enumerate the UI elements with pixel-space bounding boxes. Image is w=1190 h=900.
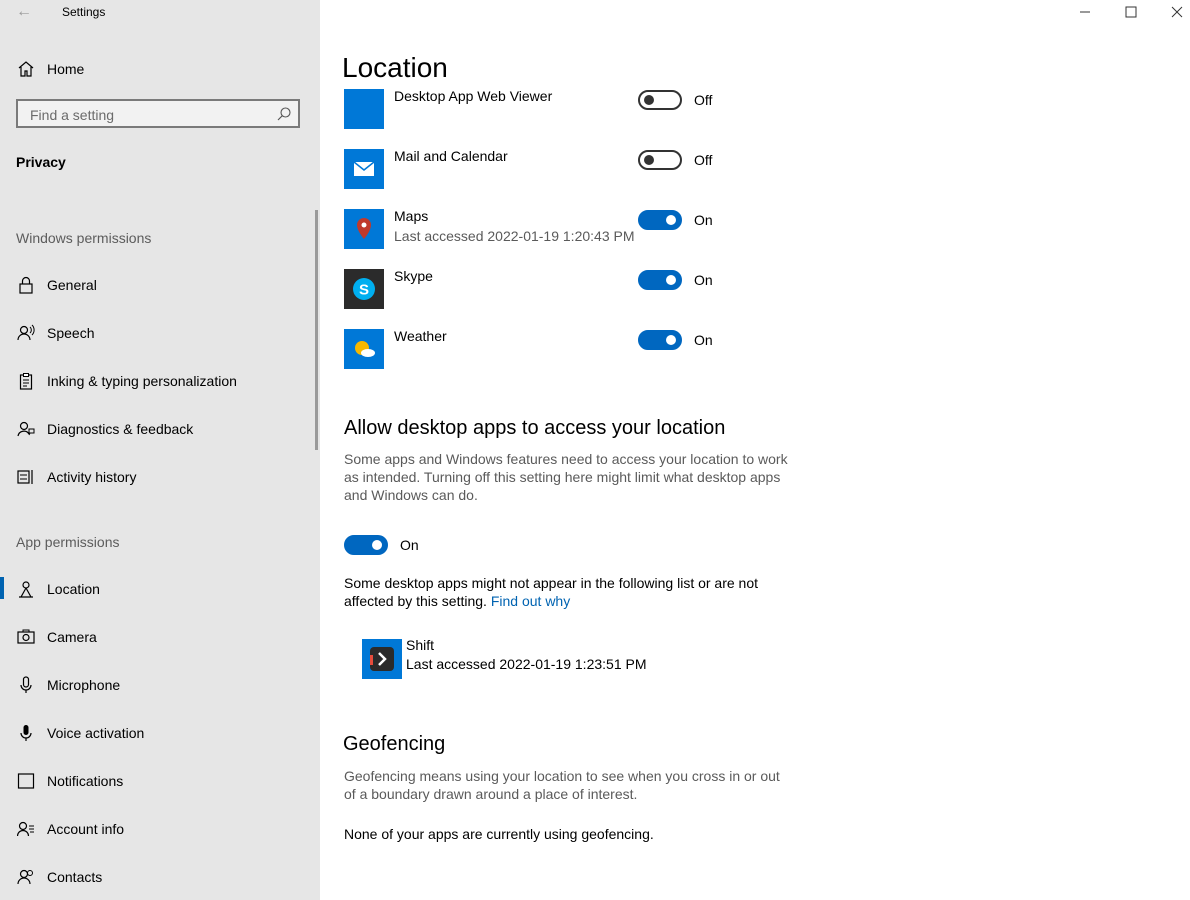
camera-icon [16, 627, 36, 647]
toggle-maps[interactable] [638, 210, 682, 230]
toggle-state-label: On [694, 272, 713, 288]
app-row-maps: Maps Last accessed 2022-01-19 1:20:43 PM [344, 208, 744, 249]
sidebar-item-diagnostics[interactable]: Diagnostics & feedback [0, 409, 320, 449]
toggle-state-label: On [400, 537, 419, 553]
sidebar-item-label: Location [47, 581, 100, 597]
voice-icon [16, 723, 36, 743]
find-out-why-link[interactable]: Find out why [491, 593, 570, 609]
desktop-apps-note: Some desktop apps might not appear in th… [344, 574, 784, 610]
microphone-icon [16, 675, 36, 695]
sidebar-item-label: Activity history [47, 469, 137, 485]
sidebar-item-label: Notifications [47, 773, 124, 789]
maximize-icon [1125, 6, 1137, 18]
sidebar-item-label: General [47, 277, 97, 293]
last-accessed-text: Last accessed 2022-01-19 1:23:51 PM [406, 656, 647, 672]
minimize-button[interactable] [1062, 0, 1108, 24]
sidebar: ← Settings Home Privacy Windows permissi… [0, 0, 320, 900]
toggle-state-label: On [694, 332, 713, 348]
toggle-state-label: On [694, 212, 713, 228]
search-input[interactable] [28, 106, 282, 124]
toggle-state-label: Off [694, 92, 713, 108]
maximize-button[interactable] [1108, 0, 1154, 24]
sidebar-item-label: Inking & typing personalization [47, 373, 237, 389]
sidebar-item-notifications[interactable]: Notifications [0, 761, 320, 801]
sidebar-item-speech[interactable]: Speech [0, 313, 320, 353]
app-name: Desktop App Web Viewer [394, 88, 553, 104]
desktop-app-web-viewer-icon [344, 89, 384, 129]
notifications-icon [16, 771, 36, 791]
app-name: Mail and Calendar [394, 148, 508, 164]
clipboard-icon [16, 371, 36, 391]
back-arrow-icon[interactable]: ← [14, 2, 34, 22]
search-icon[interactable] [276, 106, 292, 122]
geofencing-description: Geofencing means using your location to … [344, 768, 780, 802]
geofencing-heading: Geofencing [343, 733, 446, 755]
app-name: Maps [394, 208, 429, 224]
lock-icon [16, 275, 36, 295]
sidebar-item-label: Voice activation [47, 725, 145, 741]
app-row-weather: Weather [344, 328, 744, 369]
sidebar-scrollbar[interactable] [315, 210, 318, 450]
shift-icon [362, 639, 402, 679]
sidebar-item-contacts[interactable]: Contacts [0, 857, 320, 897]
app-name: Weather [394, 328, 447, 344]
sidebar-item-label: Home [47, 61, 85, 77]
weather-icon [344, 329, 384, 369]
app-row-mail-calendar: Mail and Calendar [344, 148, 744, 189]
section-title: Privacy [16, 154, 66, 170]
skype-icon: S [344, 269, 384, 309]
home-icon [16, 59, 36, 79]
toggle-mail-calendar[interactable] [638, 150, 682, 170]
desktop-apps-heading: Allow desktop apps to access your locati… [344, 417, 726, 439]
app-row-shift: Shift Last accessed 2022-01-19 1:23:51 P… [362, 637, 762, 679]
toggle-desktop-apps[interactable] [344, 535, 388, 555]
speech-icon [16, 323, 36, 343]
sidebar-item-label: Account info [47, 821, 125, 837]
mail-calendar-icon [344, 149, 384, 189]
desktop-apps-description: Some apps and Windows features need to a… [344, 451, 788, 503]
location-icon [16, 579, 36, 599]
maps-icon [344, 209, 384, 249]
sidebar-item-label: Microphone [47, 677, 121, 693]
geofencing-status: None of your apps are currently using ge… [344, 826, 654, 842]
diagnostics-icon [16, 419, 36, 439]
sidebar-item-home[interactable]: Home [0, 49, 320, 89]
app-name: Skype [394, 268, 433, 284]
sidebar-item-account-info[interactable]: Account info [0, 809, 320, 849]
svg-text:S: S [359, 282, 369, 299]
account-icon [16, 819, 36, 839]
sidebar-item-label: Diagnostics & feedback [47, 421, 194, 437]
sidebar-item-inking-typing[interactable]: Inking & typing personalization [0, 361, 320, 401]
close-button[interactable] [1154, 0, 1190, 24]
minimize-icon [1080, 11, 1090, 13]
sidebar-item-general[interactable]: General [0, 265, 320, 305]
sidebar-item-label: Speech [47, 325, 95, 341]
sidebar-item-voice-activation[interactable]: Voice activation [0, 713, 320, 753]
search-box[interactable] [16, 99, 300, 128]
sidebar-item-microphone[interactable]: Microphone [0, 665, 320, 705]
sidebar-item-location[interactable]: Location [0, 569, 320, 609]
close-icon [1171, 6, 1183, 18]
page-title: Location [342, 52, 448, 83]
app-name: Shift [406, 637, 435, 653]
contacts-icon [16, 867, 36, 887]
sidebar-item-activity-history[interactable]: Activity history [0, 457, 320, 497]
last-accessed-text: Last accessed 2022-01-19 1:20:43 PM [394, 228, 635, 244]
toggle-state-label: Off [694, 152, 713, 168]
app-row-desktop-app-web-viewer: Desktop App Web Viewer [344, 88, 744, 129]
sidebar-item-label: Camera [47, 629, 97, 645]
toggle-desktop-app-web-viewer[interactable] [638, 90, 682, 110]
window-title: Settings [62, 5, 106, 19]
activity-icon [16, 467, 36, 487]
sidebar-item-label: Contacts [47, 869, 103, 885]
app-row-skype: S Skype [344, 268, 744, 309]
sidebar-item-camera[interactable]: Camera [0, 617, 320, 657]
toggle-weather[interactable] [638, 330, 682, 350]
toggle-skype[interactable] [638, 270, 682, 290]
group-label-app-permissions: App permissions [16, 534, 120, 550]
group-label-windows-permissions: Windows permissions [16, 230, 152, 246]
